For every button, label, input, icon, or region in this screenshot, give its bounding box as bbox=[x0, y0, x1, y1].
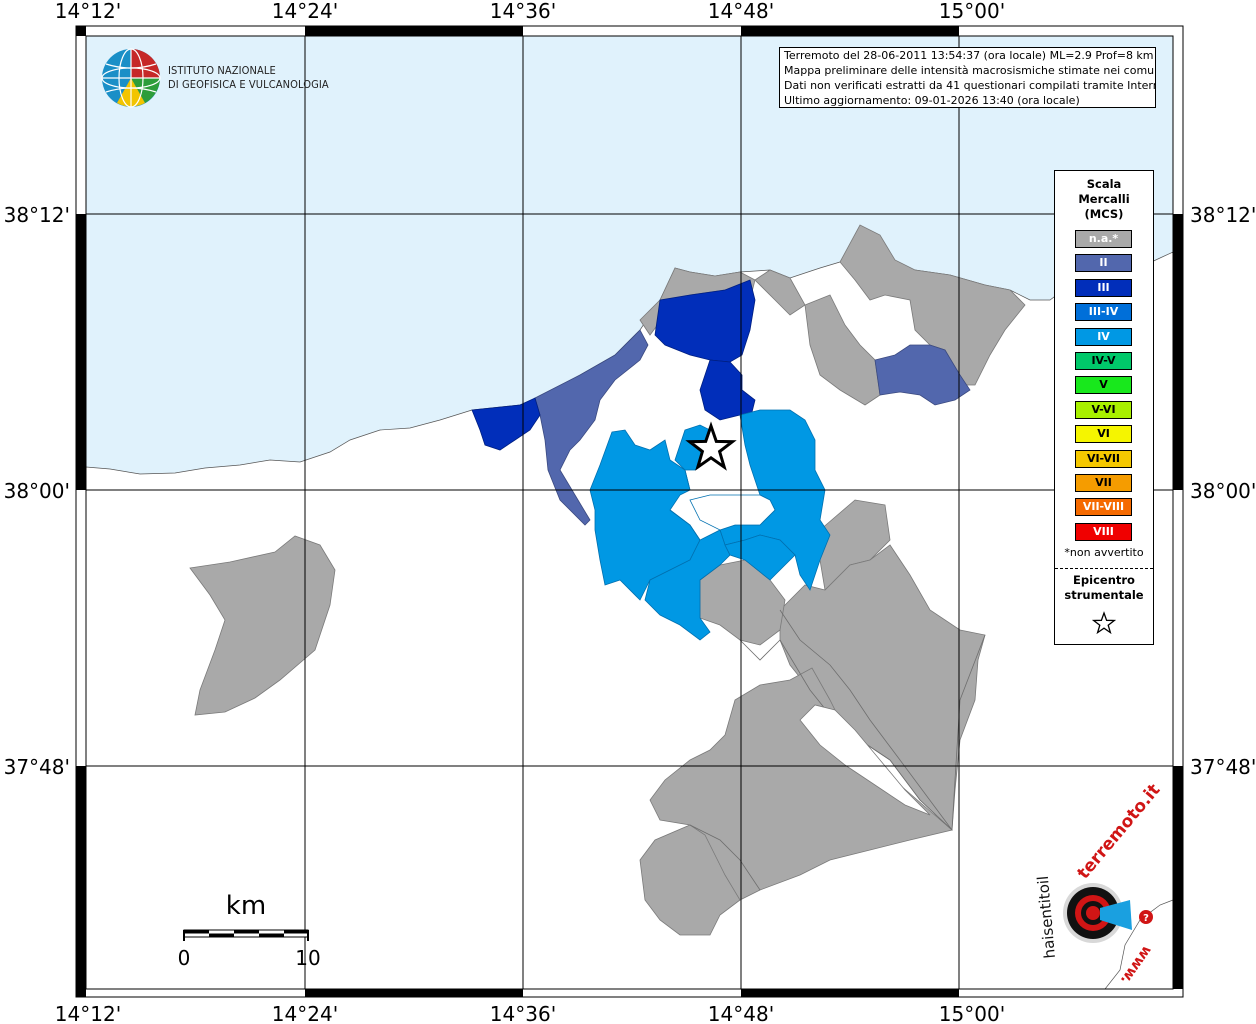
lon-tick-label: 14°24' bbox=[272, 1002, 338, 1024]
lat-tick-label: 37°48' bbox=[4, 755, 70, 779]
legend-epicenter-label: Epicentro strumentale bbox=[1055, 573, 1153, 603]
event-info-box: Terremoto del 28-06-2011 13:54:37 (ora l… bbox=[779, 47, 1156, 108]
ingv-logo-text: ISTITUTO NAZIONALE DI GEOFISICA E VULCAN… bbox=[168, 64, 329, 92]
legend-title-line: Mercalli bbox=[1078, 192, 1130, 206]
legend-swatch: VII-VIII bbox=[1075, 498, 1132, 517]
mcs-legend: Scala Mercalli (MCS) n.a.* II III III-IV IV I… bbox=[1054, 170, 1154, 645]
legend-epicenter-line: Epicentro bbox=[1073, 573, 1135, 587]
ingv-logo-icon bbox=[101, 48, 161, 108]
lon-tick-label: 14°48' bbox=[708, 0, 774, 23]
lon-tick-label: 15°00' bbox=[939, 0, 1005, 23]
legend-swatch: IV bbox=[1075, 327, 1132, 346]
legend-swatch: V-VI bbox=[1075, 400, 1132, 419]
legend-title: Scala Mercalli (MCS) bbox=[1055, 177, 1153, 222]
lon-ticks-bottom: 14°12' 14°24' 14°36' 14°48' 15°00' bbox=[55, 1002, 1005, 1024]
lat-tick-label: 38°12' bbox=[1190, 203, 1256, 227]
lat-ticks-right: 38°12' 38°00' 37°48' bbox=[1190, 203, 1256, 779]
legend-star-icon bbox=[1092, 611, 1116, 635]
legend-swatch: II bbox=[1075, 254, 1132, 273]
legend-swatch: IV-V bbox=[1075, 352, 1132, 370]
scale-start: 0 bbox=[178, 946, 191, 970]
lon-tick-label: 14°12' bbox=[55, 1002, 121, 1024]
scale-unit: km bbox=[226, 891, 266, 921]
lon-tick-label: 14°12' bbox=[55, 0, 121, 23]
lat-tick-label: 38°00' bbox=[1190, 479, 1256, 503]
legend-divider bbox=[1055, 568, 1153, 569]
legend-title-line: Scala bbox=[1086, 177, 1122, 191]
lon-tick-label: 14°48' bbox=[708, 1002, 774, 1024]
lon-tick-label: 14°36' bbox=[490, 1002, 556, 1024]
lat-ticks-left: 38°12' 38°00' 37°48' bbox=[4, 203, 70, 779]
legend-note: *non avvertito bbox=[1064, 546, 1144, 559]
lon-tick-label: 15°00' bbox=[939, 1002, 1005, 1024]
legend-swatch: III bbox=[1075, 278, 1132, 297]
legend-swatch: VI bbox=[1075, 425, 1132, 444]
ingv-line-1: ISTITUTO NAZIONALE bbox=[168, 64, 276, 77]
ingv-line-2: DI GEOFISICA E VULCANOLOGIA bbox=[168, 78, 329, 91]
lat-tick-label: 38°00' bbox=[4, 479, 70, 503]
lat-tick-label: 37°48' bbox=[1190, 755, 1256, 779]
event-info-line: Terremoto del 28-06-2011 13:54:37 (ora l… bbox=[784, 49, 1154, 62]
legend-swatch: VIII bbox=[1075, 522, 1132, 541]
event-info-line: Dati non verificati estratti da 41 quest… bbox=[784, 79, 1156, 92]
lon-ticks-top: 14°12' 14°24' 14°36' 14°48' 15°00' bbox=[55, 0, 1005, 23]
legend-swatch: VI-VII bbox=[1075, 449, 1132, 468]
legend-swatch: VII bbox=[1075, 474, 1132, 492]
legend-swatch: III-IV bbox=[1075, 303, 1132, 322]
legend-swatch: V bbox=[1075, 376, 1132, 395]
question-mark-icon: ? bbox=[1143, 913, 1149, 924]
legend-swatch: n.a.* bbox=[1075, 230, 1132, 248]
legend-epicenter-line: strumentale bbox=[1064, 588, 1144, 602]
event-info-line: Mappa preliminare delle intensità macros… bbox=[784, 64, 1156, 77]
lat-tick-label: 38°12' bbox=[4, 203, 70, 227]
event-info-line: Ultimo aggiornamento: 09-01-2026 13:40 (… bbox=[784, 94, 1080, 107]
legend-title-line: (MCS) bbox=[1084, 207, 1124, 221]
lon-tick-label: 14°36' bbox=[490, 0, 556, 23]
scale-end: 10 bbox=[295, 946, 320, 970]
lon-tick-label: 14°24' bbox=[272, 0, 338, 23]
